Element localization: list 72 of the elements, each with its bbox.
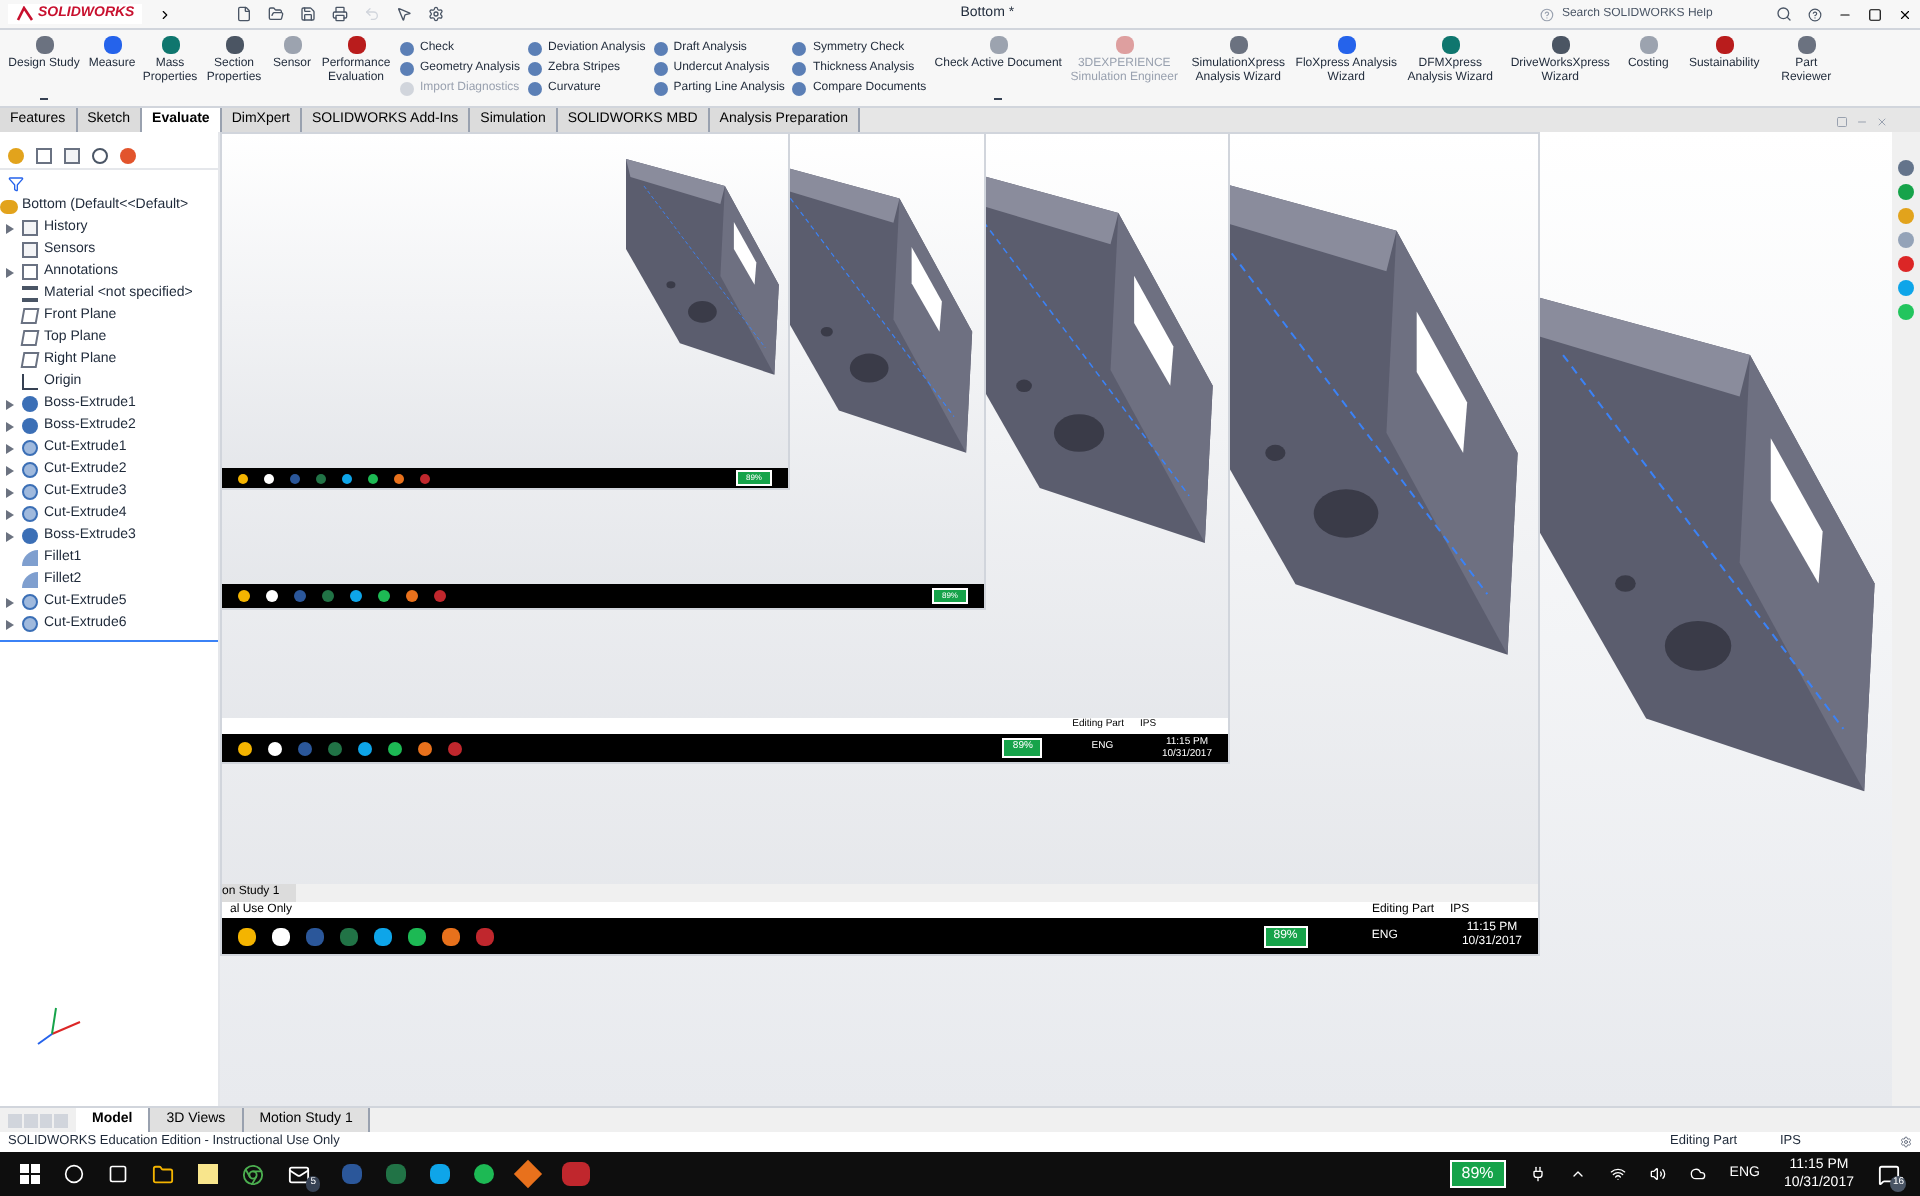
taskbar-app-icon[interactable] (406, 590, 418, 602)
open-folder-icon[interactable] (268, 6, 285, 22)
taskbar-app-icon[interactable] (342, 473, 352, 483)
tool-icon (1715, 36, 1734, 54)
tool-icon (35, 36, 53, 54)
taskbar-app-icon[interactable] (266, 590, 278, 602)
tool-icon (1797, 36, 1816, 54)
filter-icon[interactable] (8, 176, 24, 192)
help-icon (1540, 7, 1554, 21)
expand-arrow-icon[interactable] (6, 531, 14, 541)
expand-arrow-icon[interactable] (6, 399, 14, 409)
search-icon[interactable] (1776, 6, 1792, 22)
wifi-icon[interactable] (1609, 1166, 1626, 1182)
tool-icon (283, 36, 301, 54)
tool-icon (989, 36, 1008, 54)
sticky-note-icon (198, 1164, 218, 1184)
tool-icon (347, 36, 365, 54)
new-file-icon[interactable] (236, 6, 253, 22)
tool-icon (1639, 36, 1658, 54)
help-icon[interactable] (1808, 7, 1822, 21)
windows-logo-icon[interactable] (20, 1164, 40, 1184)
tool-icon (225, 36, 243, 54)
tool-icon (1551, 36, 1570, 54)
taskbar-app-icon[interactable] (418, 741, 432, 755)
app-icon (430, 1164, 450, 1184)
notification-icon[interactable] (1878, 1163, 1900, 1185)
logo-mark-icon (16, 6, 34, 22)
expand-icon[interactable] (158, 7, 173, 21)
axis-triad-icon (36, 1006, 84, 1046)
expand-arrow-icon[interactable] (6, 487, 14, 497)
select-icon[interactable] (396, 6, 413, 22)
taskbar-app-icon[interactable] (268, 741, 282, 755)
expand-arrow-icon[interactable] (6, 465, 14, 475)
chevron-up-icon[interactable] (1569, 1166, 1586, 1182)
taskbar-app-icon[interactable] (394, 473, 404, 483)
task-view-icon[interactable] (108, 1164, 128, 1184)
expand-arrow-icon[interactable] (6, 509, 14, 519)
tool-icon (1441, 36, 1460, 54)
origin-icon (22, 374, 38, 390)
taskbar-app-icon[interactable] (238, 741, 252, 755)
expand-arrow-icon[interactable] (6, 619, 14, 629)
save-icon[interactable] (300, 6, 317, 22)
expand-arrow-icon[interactable] (6, 597, 14, 607)
settings-icon[interactable] (428, 6, 445, 22)
taskbar-app-icon[interactable] (388, 741, 402, 755)
taskbar-app-icon[interactable] (378, 590, 390, 602)
maximize-icon[interactable] (1868, 7, 1882, 21)
taskbar-app-icon[interactable] (264, 473, 274, 483)
expand-arrow-icon[interactable] (6, 223, 14, 233)
taskbar-app-icon[interactable] (238, 473, 248, 483)
cloud-icon[interactable] (1689, 1166, 1706, 1182)
expand-arrow-icon[interactable] (6, 443, 14, 453)
folder-icon[interactable] (152, 1163, 174, 1185)
browser-icon[interactable] (242, 1163, 264, 1185)
expand-arrow-icon[interactable] (6, 267, 14, 277)
annotation-icon (22, 264, 38, 280)
taskbar-app-icon[interactable] (238, 590, 250, 602)
taskbar-app-icon[interactable] (350, 590, 362, 602)
expand-arrow-icon[interactable] (6, 421, 14, 431)
tool-icon (161, 36, 179, 54)
settings-icon[interactable] (1900, 1136, 1912, 1148)
taskbar-app-icon[interactable] (368, 473, 378, 483)
close-icon[interactable] (1898, 7, 1912, 21)
taskbar-app-icon[interactable] (358, 741, 372, 755)
plug-icon[interactable] (1529, 1166, 1546, 1182)
volume-icon[interactable] (1649, 1166, 1666, 1182)
tool-icon (1337, 36, 1356, 54)
tool-icon (1229, 36, 1248, 54)
tool-icon (1115, 36, 1134, 54)
tool-icon (103, 36, 121, 54)
print-icon[interactable] (332, 6, 349, 22)
mail-icon[interactable] (288, 1163, 310, 1185)
